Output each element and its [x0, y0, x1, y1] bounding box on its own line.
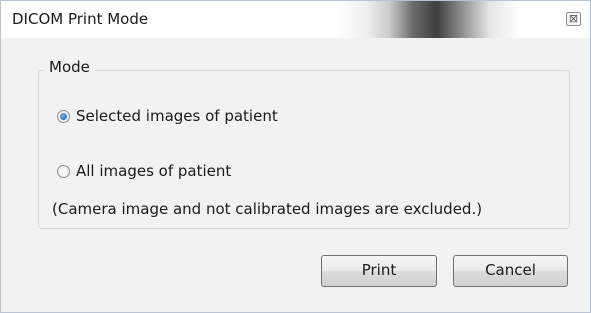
cancel-button[interactable]: Cancel	[453, 255, 568, 287]
dicom-print-mode-dialog: DICOM Print Mode ⊠ Mode Selected images …	[0, 0, 591, 313]
radio-selected-label[interactable]: Selected images of patient	[76, 107, 278, 125]
print-button[interactable]: Print	[321, 255, 437, 287]
dialog-title: DICOM Print Mode	[12, 10, 149, 28]
close-icon[interactable]: ⊠	[566, 12, 581, 26]
radio-selected-images[interactable]: Selected images of patient	[57, 107, 278, 125]
title-bar[interactable]: DICOM Print Mode ⊠	[1, 1, 590, 38]
radio-all-icon[interactable]	[57, 164, 70, 178]
radio-selected-icon[interactable]	[57, 109, 70, 123]
radio-all-label[interactable]: All images of patient	[76, 162, 231, 180]
mode-group-label: Mode	[44, 58, 95, 76]
radio-all-images[interactable]: All images of patient	[57, 162, 231, 180]
exclusion-note: (Camera image and not calibrated images …	[52, 200, 483, 218]
